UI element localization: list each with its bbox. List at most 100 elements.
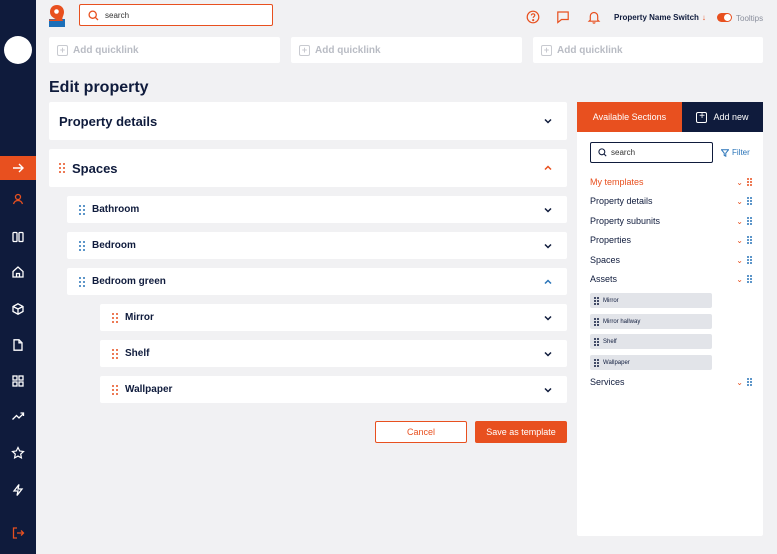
drag-handle-icon[interactable]: [594, 337, 599, 346]
filter-button[interactable]: Filter: [721, 148, 750, 157]
page-title: Edit property: [49, 79, 149, 96]
quicklink-slot-3[interactable]: + Add quicklink: [533, 37, 763, 63]
asset-chip-mirror[interactable]: Mirror: [590, 293, 712, 308]
drag-handle-icon[interactable]: [79, 240, 85, 251]
chat-icon[interactable]: [556, 10, 570, 24]
list-item-label: Property subunits: [590, 216, 661, 226]
drag-handle-icon[interactable]: [747, 178, 752, 186]
chevron-down-icon[interactable]: ⌄: [736, 236, 743, 245]
cancel-button[interactable]: Cancel: [375, 421, 467, 443]
drag-handle-icon[interactable]: [79, 204, 85, 215]
drag-handle-icon[interactable]: [747, 217, 752, 225]
section-wallpaper[interactable]: Wallpaper: [100, 376, 567, 403]
sidebar-bolt-icon[interactable]: [0, 478, 36, 502]
sidebar-logout-icon[interactable]: [0, 521, 36, 545]
sidebar-user-icon[interactable]: [0, 187, 36, 211]
chevron-down-icon[interactable]: ⌄: [736, 217, 743, 226]
chevron-up-icon[interactable]: [543, 163, 553, 173]
sidebar-trend-icon[interactable]: [0, 404, 36, 428]
drag-handle-icon[interactable]: [747, 378, 752, 386]
drag-handle-icon[interactable]: [747, 197, 752, 205]
tab-add-new[interactable]: + Add new: [682, 102, 763, 132]
chevron-down-icon[interactable]: ⌄: [736, 378, 743, 387]
section-title: Wallpaper: [125, 384, 173, 395]
chevron-down-icon[interactable]: ⌄: [736, 178, 743, 187]
plus-icon: +: [57, 44, 68, 56]
list-item-services[interactable]: Services ⌄: [590, 375, 752, 389]
drag-handle-icon[interactable]: [79, 276, 85, 287]
sections-search-input[interactable]: [611, 148, 706, 157]
chevron-up-icon[interactable]: [543, 277, 553, 287]
list-item-spaces[interactable]: Spaces ⌄: [590, 253, 752, 267]
drag-handle-icon[interactable]: [594, 296, 599, 305]
section-shelf[interactable]: Shelf: [100, 340, 567, 367]
search-icon: [88, 9, 99, 20]
asset-chip-shelf[interactable]: Shelf: [590, 334, 712, 349]
section-bathroom[interactable]: Bathroom: [67, 196, 567, 223]
tab-available-sections[interactable]: Available Sections: [577, 102, 682, 132]
global-search[interactable]: [79, 4, 273, 26]
quicklink-slot-1[interactable]: + Add quicklink: [49, 37, 280, 63]
app-logo[interactable]: [49, 5, 65, 27]
section-spaces[interactable]: Spaces: [49, 149, 567, 187]
list-item-property-subunits[interactable]: Property subunits ⌄: [590, 214, 752, 228]
list-item-properties[interactable]: Properties ⌄: [590, 233, 752, 247]
list-item-my-templates[interactable]: My templates ⌄: [590, 175, 752, 189]
save-as-template-button[interactable]: Save as template: [475, 421, 567, 443]
plus-icon: +: [696, 111, 708, 123]
filter-icon: [721, 148, 729, 157]
plus-icon: +: [299, 44, 310, 56]
sidebar-columns-icon[interactable]: [0, 225, 36, 249]
drag-handle-icon[interactable]: [59, 163, 65, 173]
filter-label: Filter: [732, 148, 750, 157]
drag-handle-icon[interactable]: [747, 275, 752, 283]
chevron-down-icon[interactable]: [543, 241, 553, 251]
asset-chip-label: Mirror hallway: [603, 318, 641, 325]
drag-handle-icon[interactable]: [112, 312, 118, 323]
section-mirror[interactable]: Mirror: [100, 304, 567, 331]
asset-chip-label: Mirror: [603, 297, 619, 304]
asset-chip-wallpaper[interactable]: Wallpaper: [590, 355, 712, 370]
drag-handle-icon[interactable]: [747, 256, 752, 264]
quicklink-label: Add quicklink: [557, 44, 623, 56]
chevron-down-icon[interactable]: [543, 349, 553, 359]
quicklink-label: Add quicklink: [315, 44, 381, 56]
section-title: Bedroom green: [92, 276, 166, 287]
property-switch[interactable]: Property Name Switch ↓: [614, 13, 706, 22]
sidebar-document-icon[interactable]: [0, 333, 36, 357]
avatar[interactable]: [4, 36, 32, 64]
search-icon: [598, 148, 607, 157]
chevron-down-icon[interactable]: [543, 205, 553, 215]
sidebar-box-icon[interactable]: [0, 297, 36, 321]
section-bedroom[interactable]: Bedroom: [67, 232, 567, 259]
chevron-down-icon[interactable]: ⌄: [736, 197, 743, 206]
drag-handle-icon[interactable]: [112, 348, 118, 359]
sidebar-grid-icon[interactable]: [0, 369, 36, 393]
section-bedroom-green[interactable]: Bedroom green: [67, 268, 567, 295]
sections-search[interactable]: [590, 142, 713, 163]
tooltips-toggle[interactable]: [717, 13, 732, 22]
chevron-down-icon[interactable]: [543, 385, 553, 395]
chevron-down-icon[interactable]: ⌄: [736, 275, 743, 284]
section-property-details[interactable]: Property details: [49, 102, 567, 140]
asset-chip-mirror-hallway[interactable]: Mirror hallway: [590, 314, 712, 329]
list-item-assets[interactable]: Assets ⌄: [590, 272, 752, 286]
chevron-down-icon[interactable]: [543, 116, 553, 126]
sidebar-expand-arrow-icon[interactable]: [0, 156, 36, 180]
help-icon[interactable]: [526, 10, 540, 24]
list-item-property-details[interactable]: Property details ⌄: [590, 194, 752, 208]
drag-handle-icon[interactable]: [747, 236, 752, 244]
sidebar-star-icon[interactable]: [0, 441, 36, 465]
chevron-down-icon[interactable]: ⌄: [736, 256, 743, 265]
bell-icon[interactable]: [587, 10, 601, 24]
drag-handle-icon[interactable]: [112, 384, 118, 395]
section-title: Spaces: [72, 160, 118, 176]
sidebar-home-icon[interactable]: [0, 260, 36, 284]
search-input[interactable]: [105, 10, 255, 20]
chevron-down-icon[interactable]: [543, 313, 553, 323]
quicklink-slot-2[interactable]: + Add quicklink: [291, 37, 522, 63]
drag-handle-icon[interactable]: [594, 358, 599, 367]
drag-handle-icon[interactable]: [594, 317, 599, 326]
list-item-label: Property details: [590, 196, 653, 206]
list-item-label: Services: [590, 377, 625, 387]
